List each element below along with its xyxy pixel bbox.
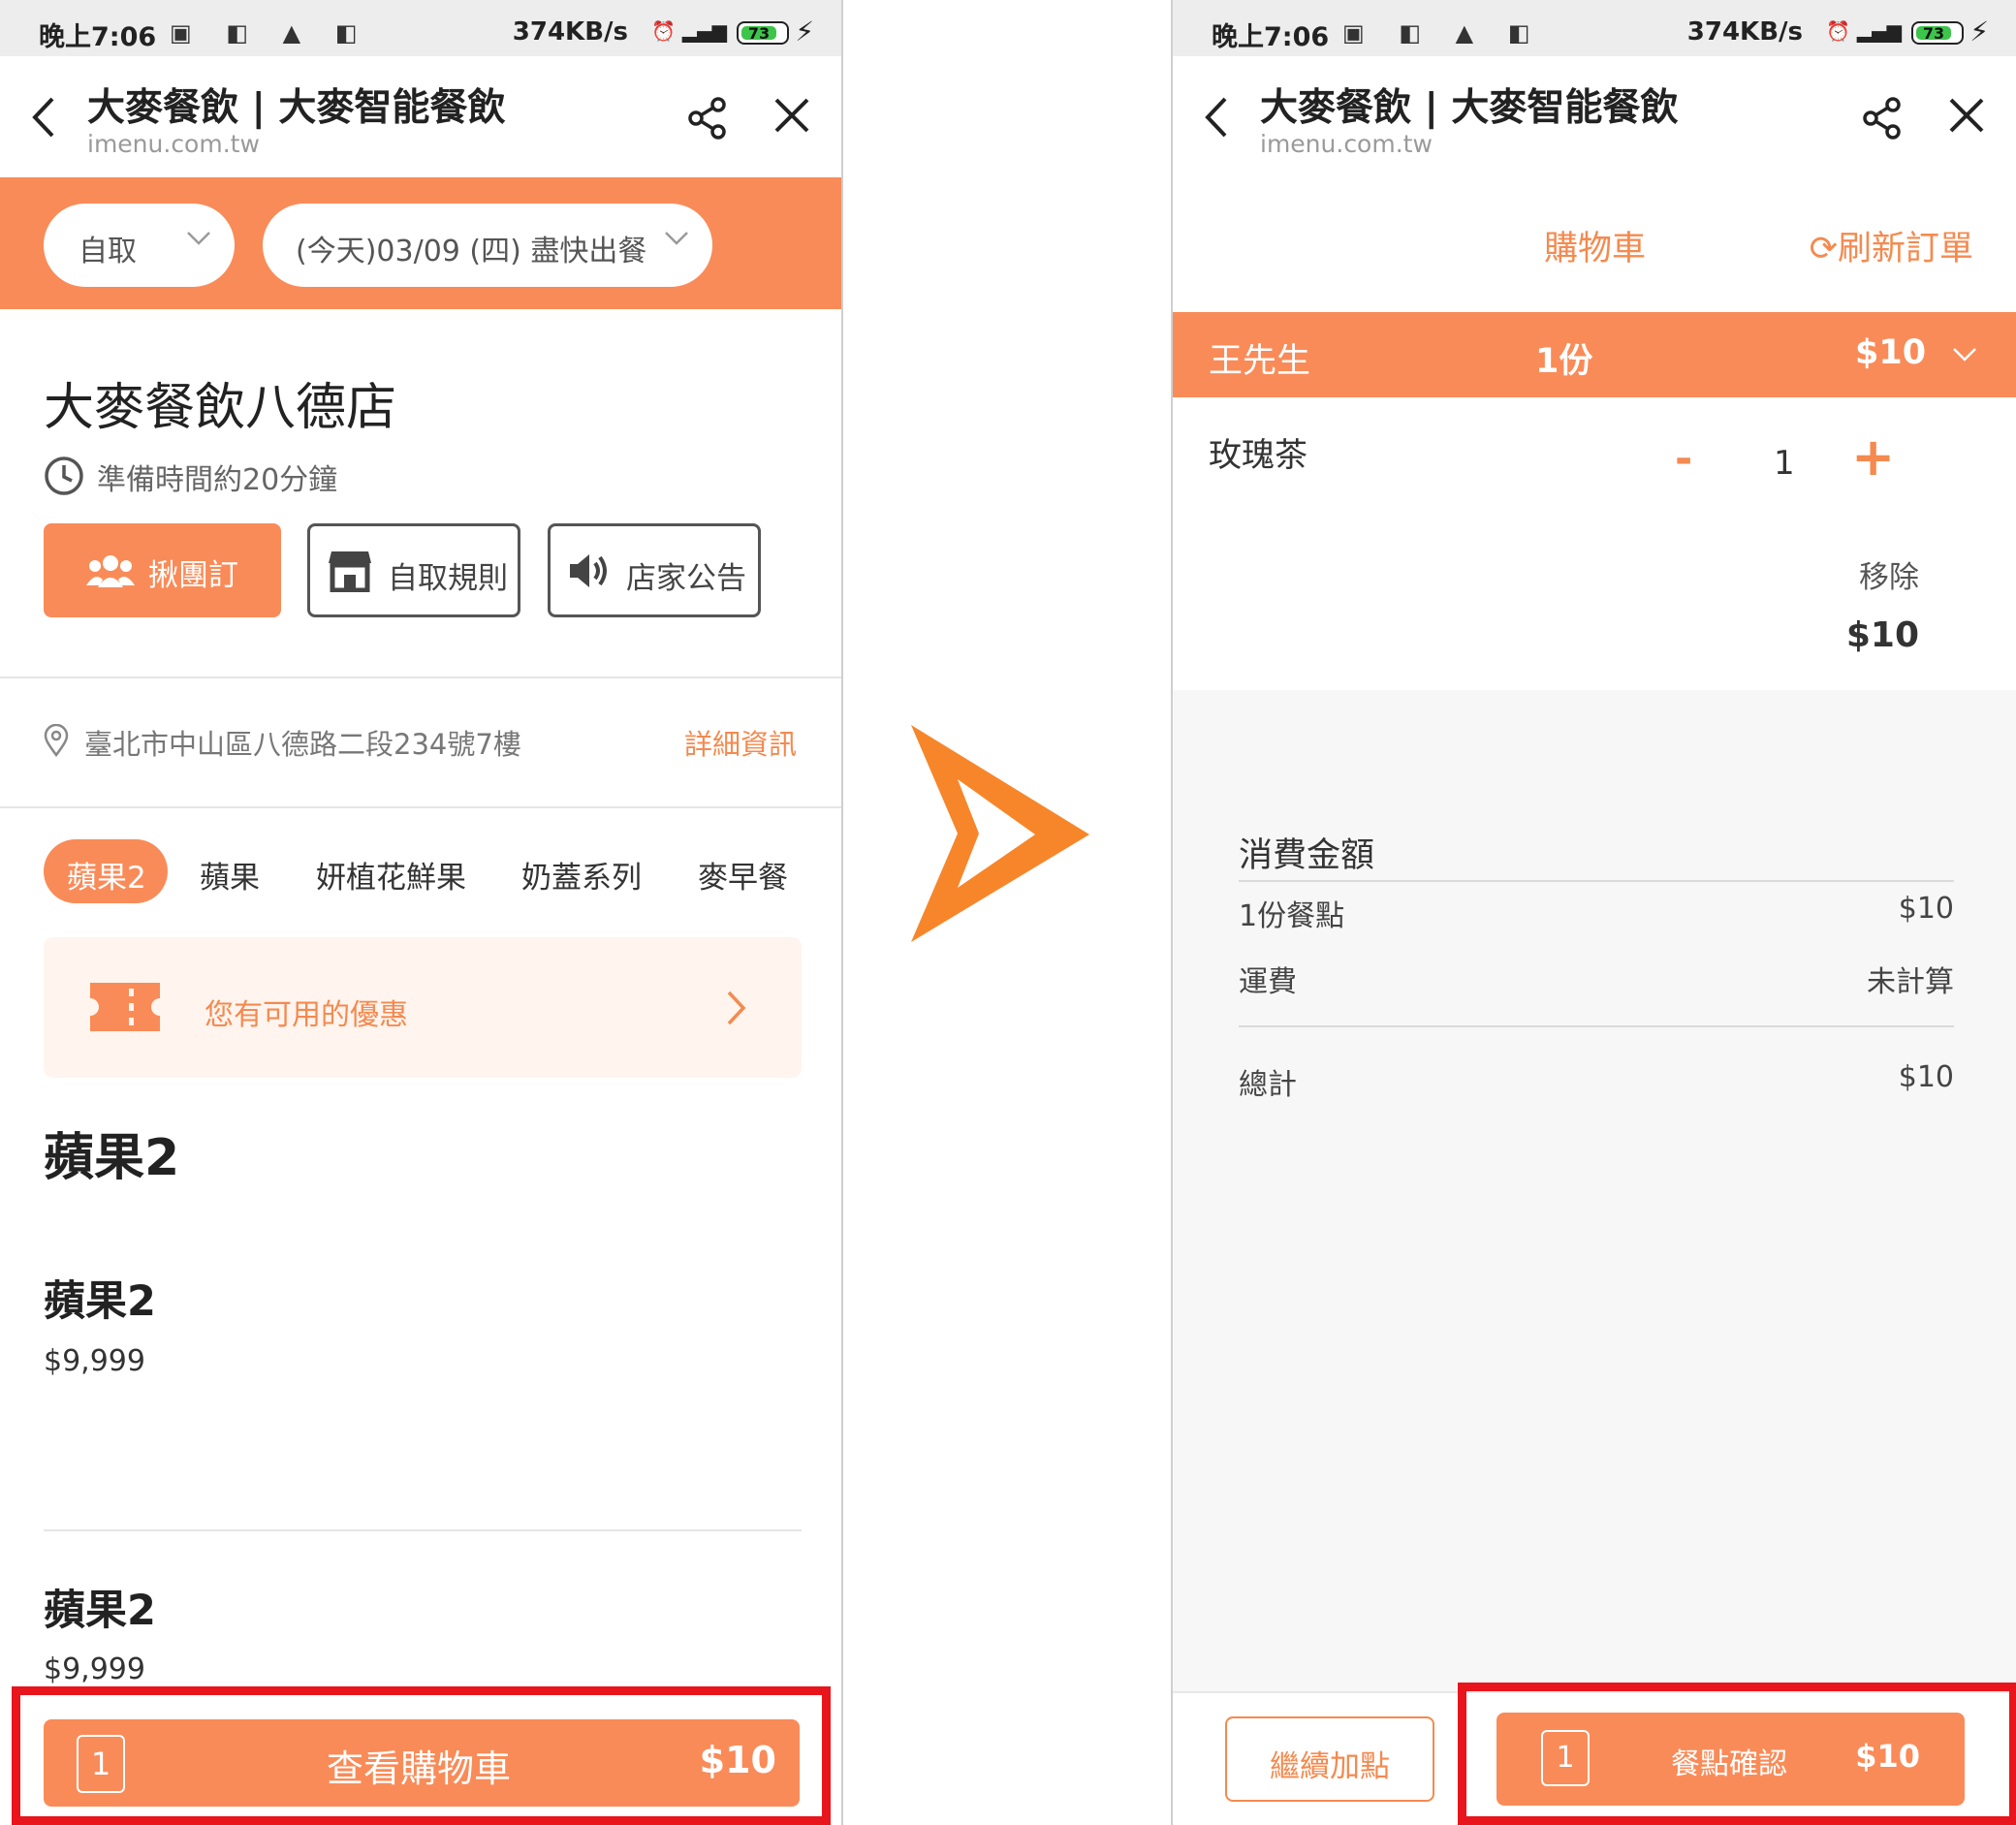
chevron-right-icon	[727, 991, 746, 1025]
notification-icons: ▣ ◧ ▲ ◧	[170, 19, 371, 47]
remove-button[interactable]: 移除	[1859, 552, 1919, 596]
chevron-down-icon	[187, 232, 210, 245]
mode-select[interactable]: 自取	[44, 204, 235, 287]
charging-icon: ⚡	[1969, 16, 1989, 47]
chevron-down-icon	[1953, 348, 1976, 362]
divider	[44, 1529, 802, 1531]
customer-name: 王先生	[1209, 342, 1311, 381]
status-time: 晚上7:06	[39, 22, 157, 52]
chevron-down-icon	[665, 232, 688, 245]
item-name: 蘋果2	[44, 1587, 156, 1635]
status-time: 晚上7:06	[1212, 22, 1330, 52]
tab-breakfast[interactable]: 麥早餐	[698, 853, 788, 897]
summary-total-row: 總計 $10	[1239, 1060, 1954, 1102]
customer-row[interactable]: 王先生 1份 $10	[1173, 312, 2016, 397]
line-item-price: $10	[1845, 615, 1919, 655]
item-name: 蘋果2	[44, 1277, 156, 1326]
page-title: 大麥餐飲 | 大麥智能餐飲	[1260, 86, 1679, 130]
decrease-button[interactable]: -	[1675, 434, 1692, 484]
notification-icons: ▣ ◧ ▲ ◧	[1342, 19, 1544, 47]
charging-icon: ⚡	[795, 16, 814, 47]
tab-fresh-fruit[interactable]: 妍植花鮮果	[316, 853, 466, 897]
share-icon[interactable]	[688, 97, 727, 140]
divider	[1239, 880, 1954, 882]
signal-icon: ⏰ ▂▄▆	[1825, 19, 1902, 43]
clock-icon	[45, 456, 83, 495]
prep-time: 準備時間約20分鐘	[44, 456, 337, 504]
page-title: 大麥餐飲 | 大麥智能餐飲	[87, 86, 506, 130]
highlight-box	[1458, 1683, 2016, 1825]
signal-icon: ⏰ ▂▄▆	[650, 19, 727, 43]
announcement-button[interactable]: 店家公告	[548, 523, 761, 617]
refresh-order-button[interactable]: ⟳刷新訂單	[1810, 221, 1973, 270]
network-speed: 374KB/s	[1686, 17, 1803, 47]
tab-apple2[interactable]: 蘋果2	[44, 839, 168, 903]
store-icon	[329, 551, 371, 592]
item-price: $9,999	[44, 1344, 145, 1378]
customer-total: $10	[1855, 333, 1927, 372]
details-link[interactable]: 詳細資訊	[684, 722, 797, 763]
summary-row: 1份餐點 $10	[1239, 892, 1954, 933]
location-icon	[44, 724, 69, 757]
page-url: imenu.com.tw	[1260, 130, 1433, 158]
close-icon[interactable]	[773, 97, 810, 134]
continue-ordering-button[interactable]: 繼續加點	[1225, 1716, 1434, 1802]
line-item-name: 玫瑰茶	[1209, 436, 1307, 475]
network-speed: 374KB/s	[512, 17, 628, 47]
divider	[0, 806, 841, 808]
status-bar: 晚上7:06 ▣ ◧ ▲ ◧ 374KB/s ⏰ ▂▄▆ 73 ⚡	[0, 0, 841, 56]
nav-header: 大麥餐飲 | 大麥智能餐飲 imenu.com.tw	[0, 56, 841, 177]
nav-header: 大麥餐飲 | 大麥智能餐飲 imenu.com.tw	[1173, 56, 2016, 177]
cart-screen: 晚上7:06 ▣ ◧ ▲ ◧ 374KB/s ⏰ ▂▄▆ 73 ⚡ 大麥餐飲 |…	[1171, 0, 2016, 1825]
battery-icon: 73	[737, 21, 789, 45]
time-select[interactable]: (今天)03/09 (四) 盡快出餐	[263, 204, 712, 287]
item-price: $9,999	[44, 1652, 145, 1686]
battery-icon: 73	[1911, 21, 1964, 45]
back-icon[interactable]	[29, 95, 58, 140]
customer-portions: 1份	[1535, 342, 1593, 381]
summary-title: 消費金額	[1239, 836, 1375, 875]
refresh-icon: ⟳	[1809, 230, 1838, 268]
tab-milk-cap[interactable]: 奶蓋系列	[521, 853, 642, 897]
summary-row: 運費 未計算	[1239, 965, 1954, 999]
store-menu-screen: 晚上7:06 ▣ ◧ ▲ ◧ 374KB/s ⏰ ▂▄▆ 73 ⚡ 大麥餐飲 |…	[0, 0, 843, 1825]
highlight-box	[12, 1686, 831, 1825]
tab-apple[interactable]: 蘋果	[200, 853, 260, 897]
increase-button[interactable]: +	[1851, 426, 1895, 488]
page-url: imenu.com.tw	[87, 130, 260, 158]
cart-title: 購物車	[1544, 230, 1647, 268]
close-icon[interactable]	[1948, 97, 1985, 134]
divider	[1239, 1025, 1954, 1027]
play-arrow-icon	[911, 725, 1089, 942]
group-order-button[interactable]: 揪團訂	[44, 523, 281, 617]
share-icon[interactable]	[1863, 97, 1902, 140]
status-bar: 晚上7:06 ▣ ◧ ▲ ◧ 374KB/s ⏰ ▂▄▆ 73 ⚡	[1173, 0, 2016, 56]
speaker-icon	[570, 554, 607, 587]
pickup-rules-button[interactable]: 自取規則	[307, 523, 520, 617]
ticket-icon	[90, 983, 160, 1031]
group-icon	[86, 555, 135, 587]
store-name: 大麥餐飲八德店	[44, 379, 397, 437]
coupon-banner[interactable]: 您有可用的優惠	[44, 937, 802, 1078]
divider	[0, 677, 841, 678]
back-icon[interactable]	[1202, 95, 1231, 140]
section-title: 蘋果2	[44, 1129, 180, 1187]
quantity-value: 1	[1774, 444, 1795, 483]
